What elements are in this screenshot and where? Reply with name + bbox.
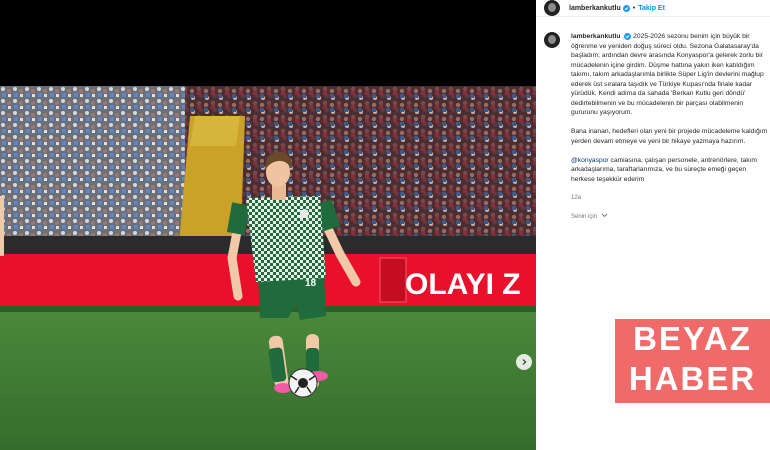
led-board-text: OLAYI Z: [405, 268, 521, 301]
post-timestamp: 12a: [571, 195, 582, 201]
header-separator: •: [632, 4, 636, 12]
watermark-line-2: HABER: [628, 360, 757, 397]
caption-paragraph-2: Bana inanan, hedefleri olan yeni bir pro…: [571, 128, 768, 145]
header-divider: [536, 16, 770, 17]
watermark-line-1: BEYAZ: [633, 320, 752, 357]
post-caption: lamberkankutlu 2025-2026 sezonu benim iç…: [571, 32, 768, 194]
caption-avatar[interactable]: [544, 32, 560, 48]
avatar[interactable]: [544, 0, 560, 16]
follow-button[interactable]: Takip Et: [638, 5, 665, 12]
shorts-number: 18: [305, 278, 317, 289]
for-you-dropdown[interactable]: Senin için: [571, 213, 608, 220]
post-header: lamberkankutlu • Takip Et: [536, 0, 770, 16]
post-photo-image: OLAYI Z 18: [0, 86, 536, 450]
next-photo-button[interactable]: [516, 354, 532, 370]
post-photo: OLAYI Z 18: [0, 86, 536, 450]
caption-paragraph-3: @konyaspor camiasına, çalışan personele,…: [571, 156, 768, 185]
header-username[interactable]: lamberkankutlu: [569, 5, 621, 12]
caption-username[interactable]: lamberkankutlu: [571, 33, 620, 40]
mention-link[interactable]: @konyaspor: [571, 157, 609, 164]
chevron-down-icon: [601, 213, 608, 218]
caption-verified-icon: [624, 33, 632, 40]
post-media-viewer: OLAYI Z 18: [0, 0, 536, 450]
chevron-right-icon: [522, 359, 527, 365]
caption-paragraph-1: lamberkankutlu 2025-2026 sezonu benim iç…: [571, 32, 768, 118]
caption-text-1: 2025-2026 sezonu benim için büyük bir öğ…: [571, 33, 764, 116]
for-you-label: Senin için: [571, 214, 598, 220]
watermark-logo: BEYAZ HABER: [615, 319, 770, 403]
verified-badge-icon: [622, 4, 630, 12]
